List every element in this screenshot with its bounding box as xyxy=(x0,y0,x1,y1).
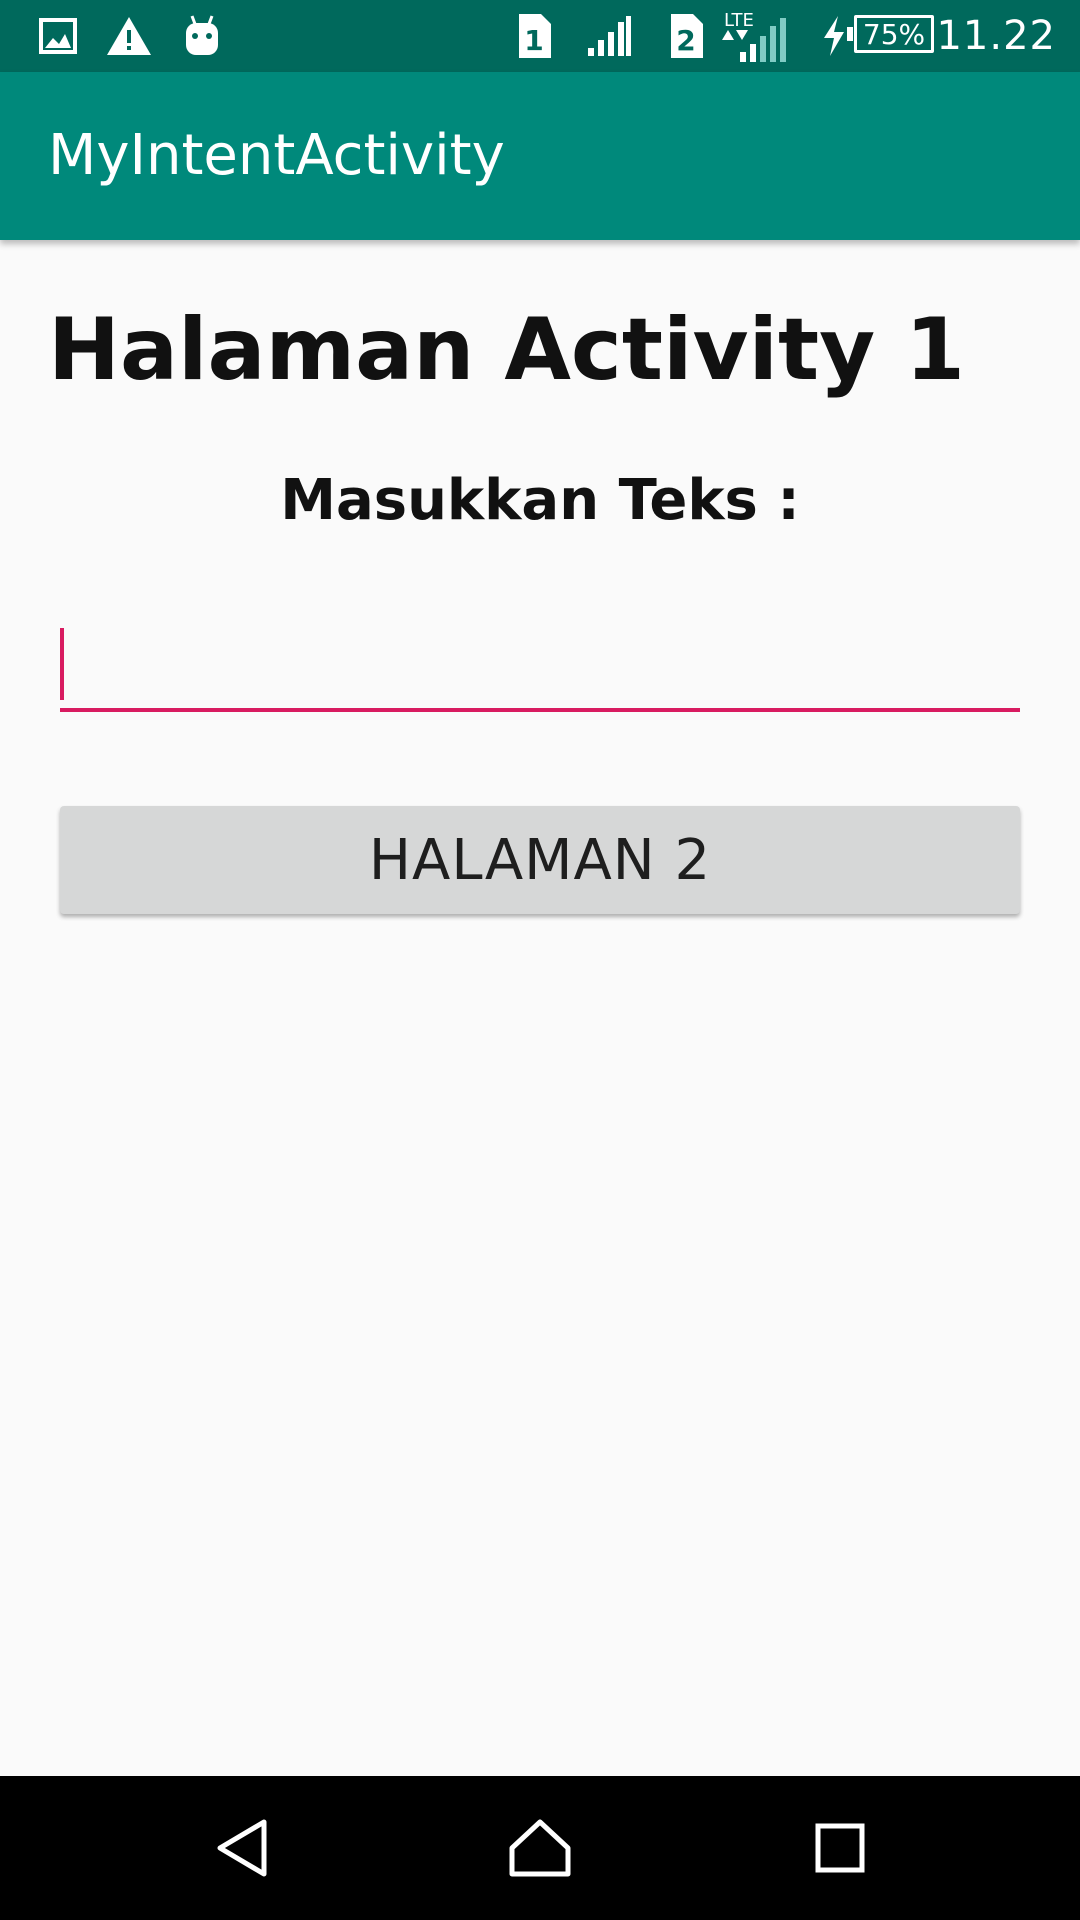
sim-icon: 2 xyxy=(666,0,706,72)
text-cursor xyxy=(60,628,64,700)
app-title: MyIntentActivity xyxy=(48,123,505,188)
page-title: Halaman Activity 1 xyxy=(48,300,965,400)
charging-icon xyxy=(818,0,850,72)
android-icon xyxy=(180,0,224,72)
svg-text:1: 1 xyxy=(524,24,543,57)
app-bar: MyIntentActivity xyxy=(0,72,1080,240)
signal-icon xyxy=(584,0,634,72)
navigation-bar xyxy=(0,1776,1080,1920)
lte-icon: LTE xyxy=(722,0,788,72)
prompt-label: Masukkan Teks : xyxy=(280,468,800,533)
battery-icon: 75% xyxy=(847,15,934,53)
gallery-icon xyxy=(36,0,80,72)
sim-icon: 1 xyxy=(514,0,554,72)
status-time: 11.22 xyxy=(936,13,1056,59)
back-icon[interactable] xyxy=(172,1776,312,1920)
recents-icon[interactable] xyxy=(770,1776,910,1920)
svg-text:LTE: LTE xyxy=(724,10,754,31)
home-icon[interactable] xyxy=(470,1776,610,1920)
halaman-2-button[interactable]: HALAMAN 2 xyxy=(60,806,1020,914)
warning-icon xyxy=(104,0,154,72)
status-bar: 1 2 LTE 75% 11.22 xyxy=(0,0,1080,72)
svg-text:2: 2 xyxy=(676,24,695,57)
text-input[interactable] xyxy=(60,620,1020,712)
